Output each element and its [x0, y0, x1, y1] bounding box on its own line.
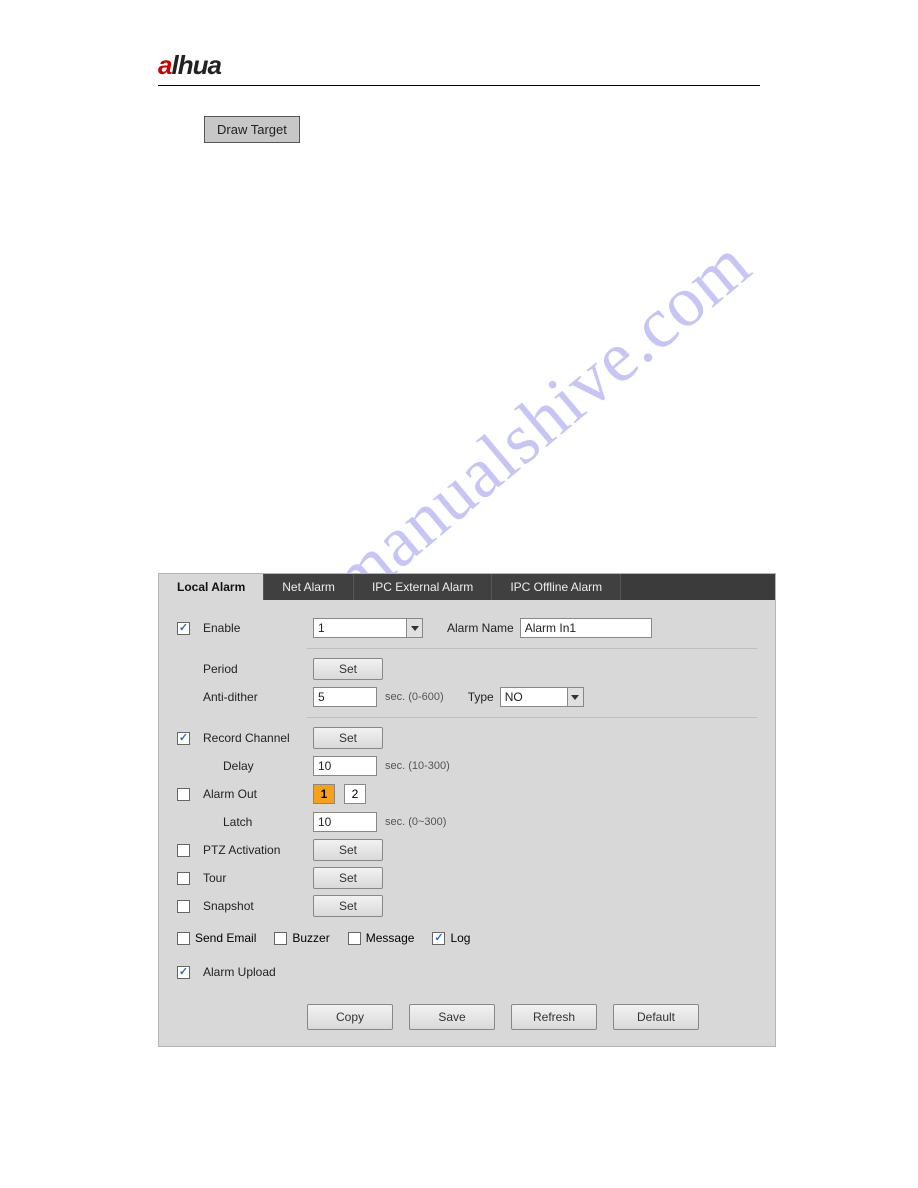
- tab-ipc-offline-alarm[interactable]: IPC Offline Alarm: [492, 574, 621, 600]
- period-set-button[interactable]: Set: [313, 658, 383, 680]
- period-label: Period: [203, 662, 307, 676]
- tab-local-alarm[interactable]: Local Alarm: [159, 574, 264, 600]
- alarm-config-panel: Local Alarm Net Alarm IPC External Alarm…: [158, 573, 776, 1047]
- antidither-unit: sec. (0-600): [385, 691, 444, 703]
- separator: [307, 717, 757, 718]
- tab-bar: Local Alarm Net Alarm IPC External Alarm…: [159, 574, 775, 600]
- log-label: Log: [450, 931, 470, 945]
- tab-net-alarm[interactable]: Net Alarm: [264, 574, 354, 600]
- logo-part1: a: [158, 50, 171, 81]
- draw-target-button[interactable]: Draw Target: [204, 116, 300, 143]
- save-button[interactable]: Save: [409, 1004, 495, 1030]
- record-channel-checkbox[interactable]: [177, 732, 190, 745]
- ptz-label: PTZ Activation: [203, 843, 307, 857]
- separator: [307, 648, 757, 649]
- record-channel-label: Record Channel: [203, 731, 307, 745]
- antidither-label: Anti-dither: [203, 690, 307, 704]
- snapshot-checkbox[interactable]: [177, 900, 190, 913]
- channel-select[interactable]: [313, 618, 407, 638]
- enable-label: Enable: [203, 621, 307, 635]
- delay-label: Delay: [223, 759, 307, 773]
- copy-button[interactable]: Copy: [307, 1004, 393, 1030]
- alarm-name-input[interactable]: [520, 618, 652, 638]
- enable-checkbox[interactable]: [177, 622, 190, 635]
- send-email-label: Send Email: [195, 931, 256, 945]
- default-button[interactable]: Default: [613, 1004, 699, 1030]
- tab-ipc-external-alarm[interactable]: IPC External Alarm: [354, 574, 492, 600]
- refresh-button[interactable]: Refresh: [511, 1004, 597, 1030]
- antidither-input[interactable]: [313, 687, 377, 707]
- logo-part2: lhua: [171, 50, 220, 81]
- tour-checkbox[interactable]: [177, 872, 190, 885]
- delay-unit: sec. (10-300): [385, 760, 450, 772]
- chevron-down-icon[interactable]: [568, 687, 584, 707]
- ptz-set-button[interactable]: Set: [313, 839, 383, 861]
- record-channel-set-button[interactable]: Set: [313, 727, 383, 749]
- buzzer-checkbox[interactable]: [274, 932, 287, 945]
- snapshot-set-button[interactable]: Set: [313, 895, 383, 917]
- buzzer-label: Buzzer: [292, 931, 329, 945]
- header-rule: [158, 85, 760, 86]
- alarm-out-1[interactable]: 1: [313, 784, 335, 804]
- ptz-checkbox[interactable]: [177, 844, 190, 857]
- alarm-out-label: Alarm Out: [203, 787, 307, 801]
- tour-set-button[interactable]: Set: [313, 867, 383, 889]
- alarm-out-checkbox[interactable]: [177, 788, 190, 801]
- alarm-upload-checkbox[interactable]: [177, 966, 190, 979]
- type-label: Type: [468, 690, 494, 704]
- tour-label: Tour: [203, 871, 307, 885]
- brand-logo: alhua: [158, 50, 760, 81]
- latch-input[interactable]: [313, 812, 377, 832]
- log-checkbox[interactable]: [432, 932, 445, 945]
- message-checkbox[interactable]: [348, 932, 361, 945]
- alarm-out-2[interactable]: 2: [344, 784, 366, 804]
- snapshot-label: Snapshot: [203, 899, 307, 913]
- alarm-upload-label: Alarm Upload: [203, 965, 307, 979]
- latch-unit: sec. (0~300): [385, 816, 446, 828]
- alarm-name-label: Alarm Name: [447, 621, 514, 635]
- type-select[interactable]: [500, 687, 568, 707]
- message-label: Message: [366, 931, 415, 945]
- chevron-down-icon[interactable]: [407, 618, 423, 638]
- send-email-checkbox[interactable]: [177, 932, 190, 945]
- delay-input[interactable]: [313, 756, 377, 776]
- latch-label: Latch: [223, 815, 307, 829]
